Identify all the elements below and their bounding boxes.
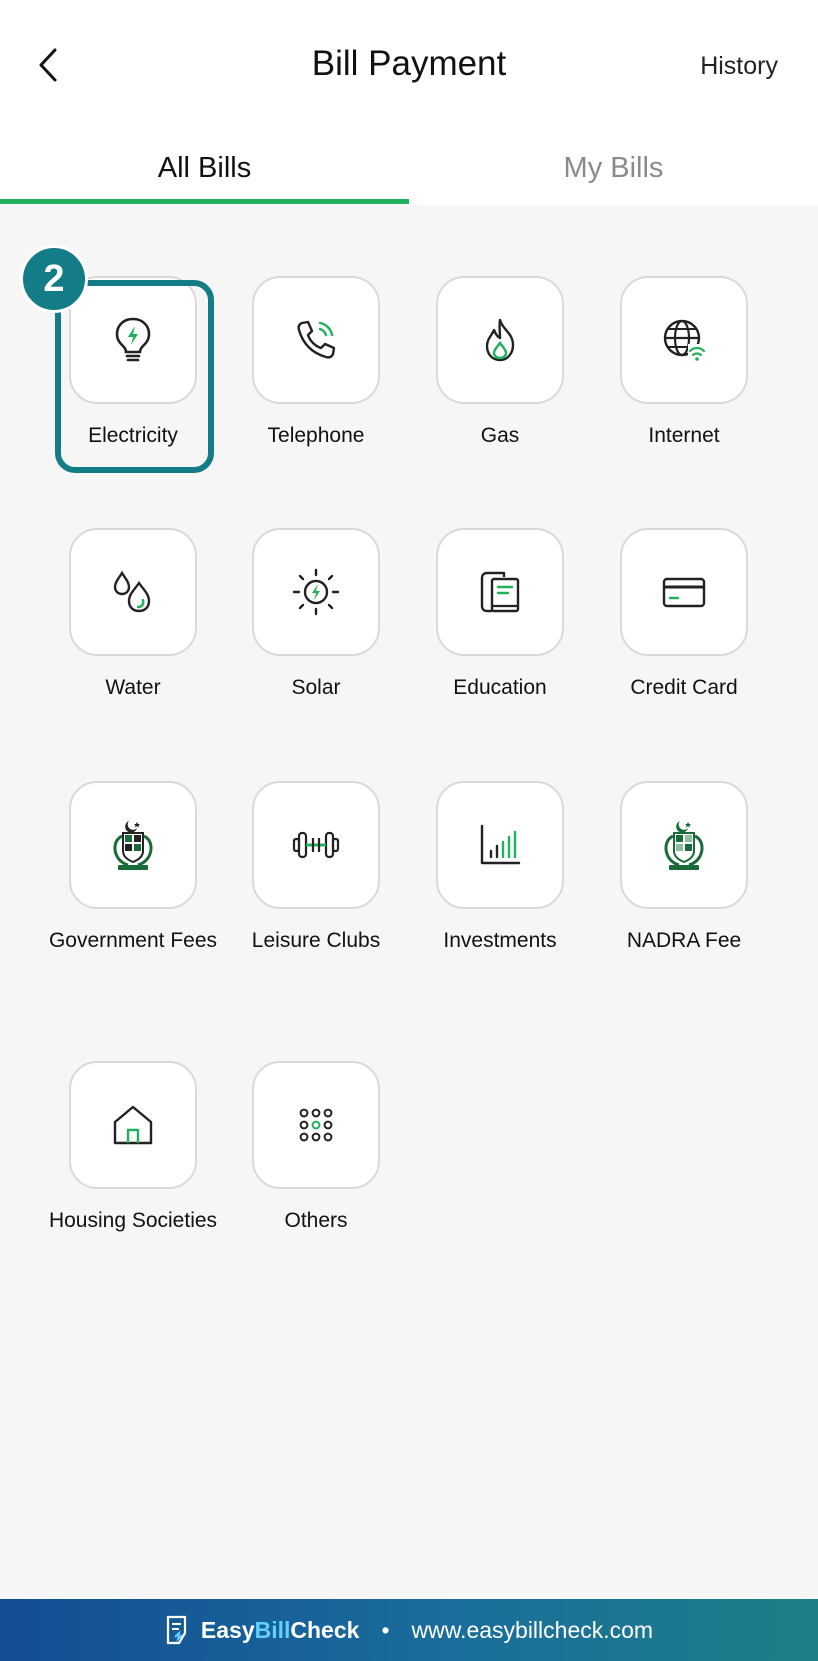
category-others[interactable]: Others: [224, 1061, 408, 1234]
category-label: NADRA Fee: [626, 929, 742, 952]
category-icon-box: [436, 781, 564, 909]
footer-banner: EasyBillCheck • www.easybillcheck.com: [0, 1599, 818, 1661]
category-label: Telephone: [267, 424, 365, 447]
tab-all-bills[interactable]: All Bills: [0, 140, 409, 205]
house-icon: [113, 1105, 153, 1145]
bar-chart-icon: [480, 824, 521, 865]
category-label: Government Fees: [48, 929, 218, 952]
category-label: Investments: [443, 929, 557, 952]
category-icon-box: [620, 781, 748, 909]
history-link[interactable]: History: [700, 52, 778, 81]
category-housing-societies[interactable]: Housing Societies: [41, 1061, 225, 1234]
category-label: Solar: [291, 676, 341, 699]
tab-bar: All Bills My Bills: [0, 140, 818, 205]
brand-bill: Bill: [254, 1616, 291, 1643]
phone-signal-icon: [297, 320, 336, 359]
category-label: Water: [105, 676, 161, 699]
footer-brand: EasyBillCheck: [201, 1617, 360, 1644]
category-leisure-clubs[interactable]: Leisure Clubs: [224, 781, 408, 954]
category-label: Housing Societies: [48, 1209, 218, 1232]
footer-website: www.easybillcheck.com: [411, 1616, 654, 1643]
category-telephone[interactable]: Telephone: [224, 276, 408, 449]
category-gas[interactable]: Gas: [408, 276, 592, 449]
tutorial-step-badge: 2: [20, 245, 88, 313]
active-tab-indicator: [0, 199, 409, 204]
category-icon-box: [436, 528, 564, 656]
tab-my-bills[interactable]: My Bills: [409, 140, 818, 205]
category-solar[interactable]: Solar: [224, 528, 408, 701]
category-icon-box: [252, 1061, 380, 1189]
category-internet[interactable]: Internet: [592, 276, 776, 449]
category-icon-box: [69, 1061, 197, 1189]
receipt-logo-icon: [166, 1615, 186, 1645]
category-water[interactable]: Water: [41, 528, 225, 701]
category-icon-box: [69, 528, 197, 656]
sun-bolt-icon: [292, 568, 340, 616]
category-icon-box: [252, 276, 380, 404]
category-label: Leisure Clubs: [251, 929, 381, 952]
category-label: Others: [284, 1209, 348, 1232]
category-label: Internet: [648, 424, 720, 447]
footer-separator: •: [381, 1616, 390, 1643]
category-investments[interactable]: Investments: [408, 781, 592, 954]
category-icon-box: [252, 781, 380, 909]
brand-check: Check: [290, 1616, 360, 1643]
category-label: Credit Card: [630, 676, 738, 699]
category-credit-card[interactable]: Credit Card: [592, 528, 776, 701]
globe-wifi-icon: [663, 319, 707, 363]
category-label: Gas: [480, 424, 520, 447]
app-header: Bill Payment History All Bills My Bills: [0, 0, 818, 205]
brand-easy: Easy: [200, 1616, 255, 1643]
category-icon-box: [436, 276, 564, 404]
tutorial-highlight-frame: [55, 280, 214, 473]
category-government-fees[interactable]: Government Fees: [41, 781, 225, 954]
state-emblem-icon: [113, 821, 153, 870]
category-icon-box: [252, 528, 380, 656]
dots-grid-icon: [299, 1108, 333, 1142]
state-emblem-icon: [664, 821, 704, 870]
water-drops-icon: [113, 570, 151, 613]
category-education[interactable]: Education: [408, 528, 592, 701]
category-nadra-fee[interactable]: NADRA Fee: [592, 781, 776, 954]
dumbbell-icon: [292, 831, 340, 859]
category-label: Education: [453, 676, 547, 699]
credit-card-icon: [662, 577, 706, 608]
category-icon-box: [620, 276, 748, 404]
flame-icon: [485, 318, 515, 362]
page-title: Bill Payment: [311, 44, 507, 83]
category-icon-box: [69, 781, 197, 909]
category-icon-box: [620, 528, 748, 656]
books-icon: [480, 571, 520, 613]
